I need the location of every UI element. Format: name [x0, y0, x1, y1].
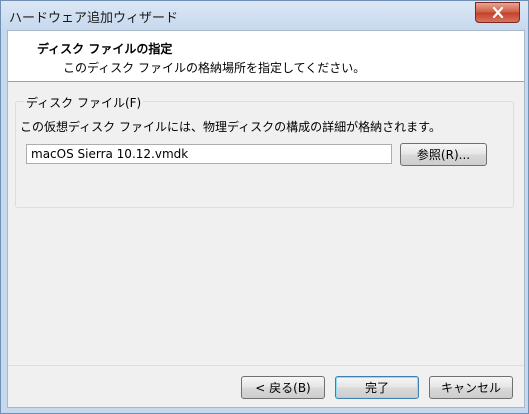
disk-file-path-input[interactable] — [26, 144, 392, 164]
disk-file-description: この仮想ディスク ファイルには、物理ディスクの構成の詳細が格納されます。 — [20, 120, 441, 134]
title-bar[interactable]: ハードウェア追加ウィザード — [1, 1, 528, 31]
close-icon — [492, 7, 504, 18]
disk-file-group-label: ディスク ファイル(F) — [24, 94, 144, 111]
cancel-button[interactable]: キャンセル — [429, 376, 513, 399]
close-button[interactable] — [475, 2, 520, 23]
wizard-window: ハードウェア追加ウィザード ディスク ファイルの指定 このディスク ファイルの格… — [0, 0, 529, 414]
window-title: ハードウェア追加ウィザード — [9, 11, 179, 26]
back-button[interactable]: < 戻る(B) — [241, 376, 325, 399]
page-title: ディスク ファイルの指定 — [37, 42, 173, 56]
finish-button[interactable]: 完了 — [335, 376, 419, 399]
footer-divider — [8, 365, 524, 366]
page-subtitle: このディスク ファイルの格納場所を指定してください。 — [63, 61, 366, 75]
browse-button[interactable]: 参照(R)... — [400, 143, 487, 166]
dialog-body: ディスク ファイルの指定 このディスク ファイルの格納場所を指定してください。 … — [7, 30, 525, 408]
wizard-header: ディスク ファイルの指定 このディスク ファイルの格納場所を指定してください。 — [8, 31, 524, 82]
